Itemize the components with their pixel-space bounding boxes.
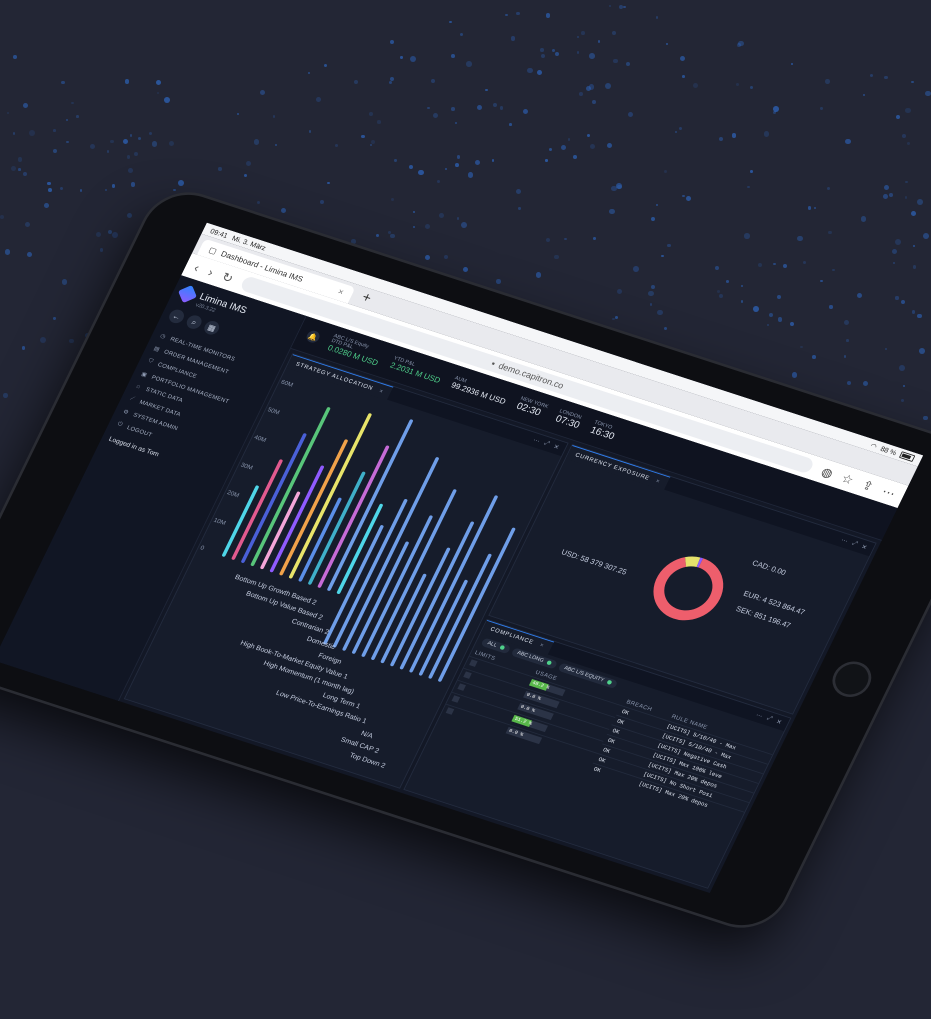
close-icon[interactable]: ✕	[775, 718, 784, 726]
y-tick-label: 40M	[253, 434, 267, 444]
status-dot-icon	[606, 679, 613, 685]
chart-bar[interactable]	[332, 499, 408, 648]
more-icon[interactable]: ⋯	[755, 711, 765, 720]
subtab-label: ALL	[486, 640, 498, 649]
status-dot-icon	[498, 644, 506, 651]
category-label: Foreign	[317, 652, 343, 666]
wifi-icon: ◠	[869, 441, 879, 451]
category-label: Small CAP 2	[339, 736, 380, 755]
checkbox[interactable]	[451, 695, 461, 703]
category-label: Top Down 2	[348, 752, 386, 770]
forward-icon[interactable]: ›	[206, 265, 216, 279]
expand-icon[interactable]: ⤢	[765, 715, 774, 723]
more-icon[interactable]: ⋯	[840, 537, 850, 545]
donut-slice[interactable]	[685, 556, 701, 568]
chart-bar[interactable]	[327, 419, 414, 591]
share-icon[interactable]: ⇪	[860, 477, 876, 494]
lock-icon: ▪	[489, 358, 497, 369]
usage-text: 0.0 %	[508, 727, 525, 738]
chart-bar[interactable]	[298, 497, 342, 582]
chart-bar[interactable]	[361, 515, 433, 657]
logo-icon	[178, 284, 197, 304]
checkbox[interactable]	[469, 659, 478, 667]
clock-tokyo: TOKYO 16:30	[588, 420, 618, 442]
chart-bar[interactable]	[399, 521, 474, 670]
reload-icon[interactable]: ↻	[220, 269, 236, 286]
chart-bar[interactable]	[317, 445, 390, 588]
usage-text: 51.2 %	[513, 715, 534, 727]
more-icon[interactable]: ⋯	[532, 437, 542, 445]
donut-slice[interactable]	[696, 557, 704, 568]
grid-icon[interactable]: ▦	[201, 319, 222, 337]
kpi-dtd: ABC L/S Equity DTD P&L 0.0280 M USD	[326, 334, 384, 368]
checkbox[interactable]	[445, 707, 455, 715]
status-dot-icon	[545, 660, 552, 666]
chart-icon: ⟋	[129, 395, 136, 403]
donut-label: USD: 58 379 307.25	[560, 547, 628, 576]
y-tick-label: 20M	[226, 489, 240, 499]
close-icon[interactable]: ×	[378, 388, 385, 395]
back-arrow-icon[interactable]: ←	[166, 307, 187, 325]
chart-bar[interactable]	[371, 489, 457, 661]
page-icon: ▢	[207, 244, 219, 256]
donut-label: CAD: 0.00	[751, 558, 788, 577]
expand-icon[interactable]: ⤢	[851, 540, 859, 548]
chart-bar[interactable]	[260, 491, 301, 570]
checkbox[interactable]	[463, 671, 472, 679]
clock-london: LONDON 07:30	[554, 409, 584, 431]
y-tick-label: 0	[199, 545, 206, 553]
more-icon[interactable]: ⋯	[880, 484, 898, 501]
chart-bar[interactable]	[288, 413, 372, 579]
search-icon[interactable]: ⌕	[184, 313, 204, 331]
tablet-device: 09:41 Mi. 3. März ◠ 88 % ▢ Dashboard - L…	[0, 184, 931, 936]
usage-text: 48.2 %	[531, 679, 551, 691]
category-label: N/A	[360, 730, 374, 740]
usage-text: 0.0 %	[519, 703, 537, 714]
usage-text: 0.0 %	[525, 691, 543, 702]
bell-icon[interactable]: 🔔	[304, 329, 322, 345]
microphone-icon[interactable]: ◍	[819, 464, 835, 481]
briefcase-icon: ▣	[140, 371, 149, 379]
close-icon[interactable]: ×	[655, 478, 662, 485]
back-icon[interactable]: ‹	[192, 260, 202, 274]
sidebar-item-label: LOGOUT	[126, 424, 154, 438]
checkbox[interactable]	[457, 683, 466, 691]
star-icon[interactable]: ☆	[839, 470, 857, 487]
kpi-aum: AUM 99.2936 M USD	[450, 376, 510, 406]
clock-new-york: NEW YORK 02:30	[515, 396, 549, 419]
category-label: Contrarian 2	[290, 618, 330, 636]
category-label: Domestic	[305, 636, 336, 651]
y-tick-label: 30M	[239, 462, 253, 472]
expand-icon[interactable]: ⤢	[543, 440, 551, 448]
kpi-ytd: YTD P&L 2.2031 M USD	[389, 356, 445, 385]
close-icon[interactable]: ✕	[860, 543, 869, 551]
y-tick-label: 50M	[266, 406, 280, 416]
close-icon[interactable]: ×	[539, 642, 546, 649]
home-icon: ⌂	[135, 383, 142, 391]
chart-bar[interactable]	[269, 465, 324, 573]
y-tick-label: 10M	[212, 517, 226, 527]
close-tab-icon[interactable]: ×	[336, 287, 345, 297]
power-icon: ⏻	[116, 420, 124, 428]
close-icon[interactable]: ✕	[552, 443, 561, 451]
chart-bar[interactable]	[231, 459, 283, 560]
y-tick-label: 60M	[280, 379, 294, 389]
gear-icon: ⚙	[121, 408, 130, 416]
clock-icon: ◷	[159, 332, 167, 341]
orders-icon: ▤	[152, 345, 161, 353]
shield-icon: ⛉	[147, 357, 155, 365]
